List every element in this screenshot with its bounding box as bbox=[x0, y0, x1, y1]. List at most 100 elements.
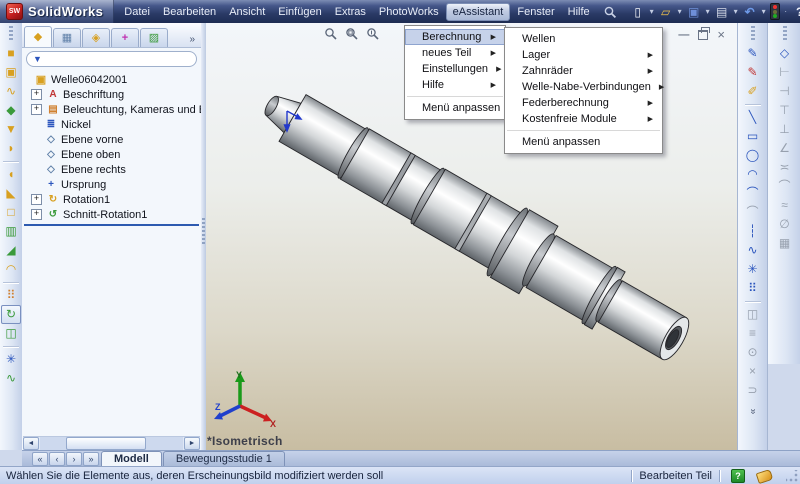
chamfer-icon[interactable]: ◣ bbox=[1, 184, 21, 203]
open-caret-icon[interactable]: ▾ bbox=[676, 7, 684, 16]
curve-icon[interactable]: ∿ bbox=[1, 369, 21, 388]
expand-icon[interactable]: + bbox=[31, 104, 42, 115]
offset-entities-icon[interactable]: ≡ bbox=[743, 324, 763, 343]
smart-dimension-icon[interactable]: ◇ bbox=[775, 44, 795, 63]
shell-icon[interactable]: □ bbox=[1, 203, 21, 222]
linear-sketch-pattern-icon[interactable]: ⠿ bbox=[743, 279, 763, 298]
revolved-boss-icon[interactable]: ▣ bbox=[1, 63, 21, 82]
tree-item-beschriftung[interactable]: + A Beschriftung bbox=[22, 87, 201, 102]
nav-next-icon[interactable]: › bbox=[66, 452, 82, 466]
undo-icon[interactable]: ↶ bbox=[742, 4, 758, 20]
quick-tips-icon[interactable]: ? bbox=[731, 469, 745, 483]
menu-bearbeiten[interactable]: Bearbeiten bbox=[157, 3, 222, 21]
menu-datei[interactable]: Datei bbox=[118, 3, 156, 21]
search-icon[interactable] bbox=[603, 5, 617, 19]
mirror-entities-icon[interactable]: ◫ bbox=[743, 305, 763, 324]
print-caret-icon[interactable]: ▾ bbox=[732, 7, 740, 16]
tree-item-ursprung[interactable]: + Ursprung bbox=[22, 177, 201, 192]
submenu-item-menue-anpassen[interactable]: Menü anpassen bbox=[505, 134, 662, 150]
tangent-arc-icon[interactable]: ⌒ bbox=[743, 184, 763, 203]
menu-ansicht[interactable]: Ansicht bbox=[223, 3, 271, 21]
convert-entities-icon[interactable]: ⊙ bbox=[743, 343, 763, 362]
tree-item-ebene-rechts[interactable]: ◇ Ebene rechts bbox=[22, 162, 201, 177]
save-icon[interactable]: ▣ bbox=[686, 4, 702, 20]
tab-displaymanager-icon[interactable]: ▨ bbox=[140, 28, 168, 47]
circular-pattern-icon[interactable]: ↻ bbox=[1, 305, 21, 324]
revolved-cut-icon[interactable]: ◗ bbox=[1, 139, 21, 158]
modify-sketch-icon[interactable]: ✐ bbox=[743, 82, 763, 101]
new-document-icon[interactable]: ▯ bbox=[630, 4, 646, 20]
menu-fenster[interactable]: Fenster bbox=[511, 3, 560, 21]
menu-item-menue-anpassen[interactable]: Menü anpassen bbox=[405, 100, 505, 116]
zoom-in-out-icon[interactable] bbox=[366, 27, 379, 45]
menu-hilfe[interactable]: Hilfe bbox=[562, 3, 596, 21]
scroll-right-icon[interactable]: ► bbox=[184, 437, 200, 450]
sketch-icon[interactable]: ✎ bbox=[743, 44, 763, 63]
menu-photoworks[interactable]: PhotoWorks bbox=[373, 3, 445, 21]
fully-define-sketch-icon[interactable]: ≈ bbox=[775, 196, 795, 215]
dimension-palette-icon[interactable]: ▦ bbox=[775, 234, 795, 253]
tree-root[interactable]: ▣ Welle06042001 bbox=[22, 72, 201, 87]
rib-icon[interactable]: ▥ bbox=[1, 222, 21, 241]
tree-item-schnitt-rotation1[interactable]: + ↺ Schnitt-Rotation1 bbox=[22, 207, 201, 222]
submenu-item-federberechnung[interactable]: Federberechnung ▶ bbox=[505, 95, 662, 111]
menu-item-berechnung[interactable]: Berechnung ▶ bbox=[405, 29, 505, 45]
tab-propertymanager-icon[interactable]: ▦ bbox=[53, 28, 81, 47]
filter-input[interactable] bbox=[46, 54, 190, 65]
autodimension-icon[interactable]: ∅ bbox=[775, 215, 795, 234]
point-icon[interactable]: ✳ bbox=[743, 260, 763, 279]
stoplight-icon[interactable] bbox=[770, 3, 780, 20]
tab-featuremanager-icon[interactable]: ◆ bbox=[24, 26, 52, 47]
doc-restore-icon[interactable] bbox=[698, 30, 708, 40]
toolbar-grip[interactable] bbox=[783, 26, 787, 40]
menu-eassistant[interactable]: eAssistant bbox=[446, 3, 511, 21]
submenu-item-kostenfreie-module[interactable]: Kostenfreie Module ▶ bbox=[505, 111, 662, 127]
undo-caret-icon[interactable]: ▾ bbox=[760, 7, 768, 16]
tab-bewegungsstudie[interactable]: Bewegungsstudie 1 bbox=[163, 451, 285, 467]
doc-close-icon[interactable]: × bbox=[717, 30, 725, 40]
line-icon[interactable]: ╲ bbox=[743, 108, 763, 127]
3d-sketch-icon[interactable]: ✎ bbox=[743, 63, 763, 82]
spline-icon[interactable]: ∿ bbox=[743, 241, 763, 260]
circle-icon[interactable]: ◯ bbox=[743, 146, 763, 165]
tree-item-ebene-oben[interactable]: ◇ Ebene oben bbox=[22, 147, 201, 162]
menu-item-einstellungen[interactable]: Einstellungen ▶ bbox=[405, 61, 505, 77]
chamfer-dimension-icon[interactable]: ∠ bbox=[775, 139, 795, 158]
reference-geometry-icon[interactable]: ✳ bbox=[1, 350, 21, 369]
toolbar-grip[interactable] bbox=[751, 26, 755, 40]
horizontal-dimension-icon[interactable]: ⊢ bbox=[775, 63, 795, 82]
splitter-handle[interactable] bbox=[202, 218, 205, 246]
tree-item-nickel[interactable]: ≣ Nickel bbox=[22, 117, 201, 132]
menu-item-hilfe[interactable]: Hilfe ▶ bbox=[405, 77, 505, 93]
extruded-boss-icon[interactable]: ■ bbox=[1, 44, 21, 63]
3point-arc-icon[interactable]: ⌒ bbox=[743, 203, 763, 222]
angular-dimension-icon[interactable]: ≍ bbox=[775, 158, 795, 177]
tag-icon[interactable] bbox=[756, 468, 774, 483]
submenu-item-zahnraeder[interactable]: Zahnräder ▶ bbox=[505, 63, 662, 79]
doc-minimize-icon[interactable]: — bbox=[678, 31, 689, 39]
more-tools-chevron-icon[interactable]: » bbox=[747, 409, 758, 415]
tab-modell[interactable]: Modell bbox=[101, 451, 162, 467]
linear-pattern-icon[interactable]: ⠿ bbox=[1, 286, 21, 305]
toolbar-grip[interactable] bbox=[9, 26, 13, 40]
tab-dimxpertmanager-icon[interactable]: + bbox=[111, 28, 139, 47]
zoom-fit-icon[interactable] bbox=[324, 27, 337, 45]
submenu-item-lager[interactable]: Lager ▶ bbox=[505, 47, 662, 63]
stoplight-caret-icon[interactable]: · bbox=[782, 7, 790, 16]
rollback-bar[interactable] bbox=[24, 224, 199, 226]
zoom-area-icon[interactable] bbox=[345, 27, 358, 45]
rectangle-icon[interactable]: ▭ bbox=[743, 127, 763, 146]
extruded-cut-icon[interactable]: ▼ bbox=[1, 120, 21, 139]
menu-einfuegen[interactable]: Einfügen bbox=[272, 3, 327, 21]
resize-grip[interactable] bbox=[786, 470, 798, 482]
centerpoint-arc-icon[interactable]: ◠ bbox=[743, 165, 763, 184]
scroll-left-icon[interactable]: ◄ bbox=[23, 437, 39, 450]
expand-icon[interactable]: + bbox=[31, 194, 42, 205]
dome-icon[interactable]: ◠ bbox=[1, 260, 21, 279]
menu-item-neues-teil[interactable]: neues Teil ▶ bbox=[405, 45, 505, 61]
baseline-dimension-icon[interactable]: ⊥ bbox=[775, 120, 795, 139]
nav-first-icon[interactable]: « bbox=[32, 452, 48, 466]
extend-entities-icon[interactable]: ⊃ bbox=[743, 381, 763, 400]
lofted-boss-icon[interactable]: ◆ bbox=[1, 101, 21, 120]
save-caret-icon[interactable]: ▾ bbox=[704, 7, 712, 16]
